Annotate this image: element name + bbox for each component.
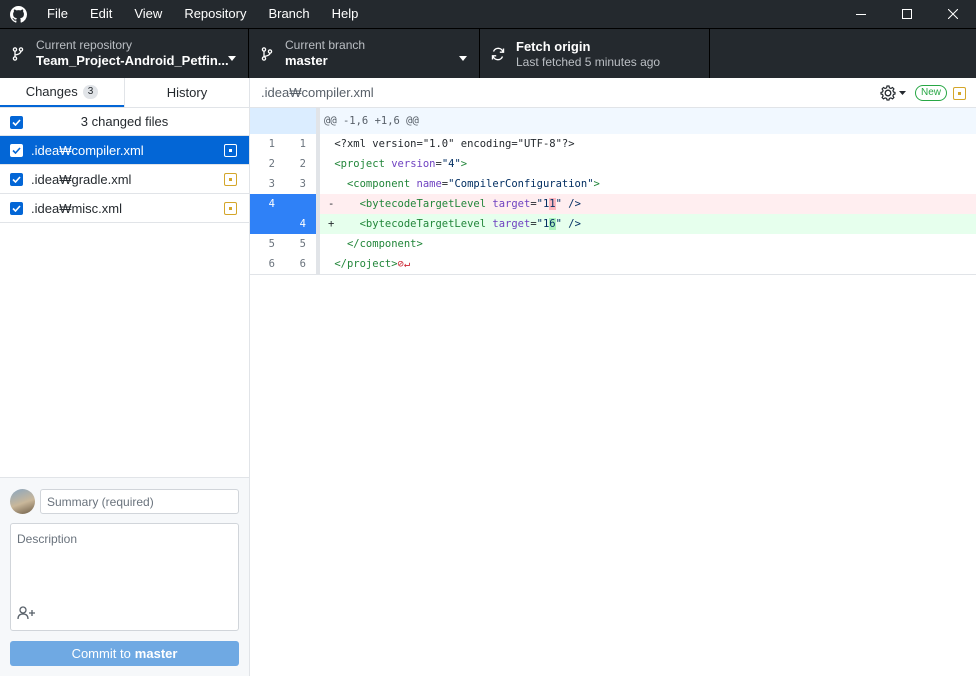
file-name: .idea₩gradle.xml: [31, 171, 132, 187]
branch-label: Current branch: [285, 38, 366, 52]
new-line-number: 5: [285, 234, 320, 254]
old-line-number: 6: [268, 258, 275, 270]
file-row[interactable]: .idea₩gradle.xml: [0, 165, 249, 194]
sync-icon: [480, 47, 516, 61]
diff-tools: New: [880, 85, 966, 101]
current-branch-button[interactable]: Current branch master: [249, 29, 480, 78]
diff-line[interactable]: 2 2 <project version="4">: [250, 154, 976, 174]
description-box: [10, 523, 239, 631]
changes-count-badge: 3: [82, 84, 99, 99]
diff-line-deleted[interactable]: 4 - <bytecodeTargetLevel target="11" />: [250, 194, 976, 214]
file-name: .idea₩compiler.xml: [31, 142, 144, 158]
changed-files-header: 3 changed files: [0, 108, 249, 136]
code-line: </component>: [334, 238, 423, 250]
code-line: <?xml version="1.0" encoding="UTF-8"?>: [334, 138, 575, 150]
modified-icon: [224, 144, 237, 157]
minimize-icon[interactable]: [838, 0, 884, 28]
old-line-number: 1: [268, 138, 275, 150]
diff-end-divider: [250, 274, 976, 275]
github-logo-icon: [0, 0, 36, 28]
caret-down-icon: [459, 50, 467, 64]
file-status-icon: [953, 86, 966, 100]
file-row[interactable]: .idea₩compiler.xml: [0, 136, 249, 165]
tab-changes-label: Changes: [25, 84, 78, 99]
no-newline-icon: ⊘↵: [397, 258, 411, 270]
file-checkbox[interactable]: [10, 172, 23, 186]
title-bar: File Edit View Repository Branch Help: [0, 0, 976, 28]
select-all-checkbox[interactable]: [10, 116, 23, 129]
hunk-header: @@ -1,6 +1,6 @@: [320, 108, 976, 134]
old-line-number: 2: [268, 158, 275, 170]
diff-line[interactable]: 5 5 </component>: [250, 234, 976, 254]
settings-gear-icon[interactable]: [880, 85, 907, 101]
repo-icon: [0, 46, 36, 61]
diff-view: @@ -1,6 +1,6 @@ 1 1 <?xml version="1.0" …: [250, 108, 976, 274]
file-name: .idea₩misc.xml: [31, 200, 123, 216]
tab-history[interactable]: History: [124, 78, 249, 107]
description-input[interactable]: [11, 524, 238, 604]
sidebar-tabs: Changes 3 History: [0, 78, 249, 108]
repository-name: Team_Project-Android_Petfin...: [36, 53, 229, 68]
code-line: <project version="4">: [334, 158, 468, 170]
new-line-number: 3: [285, 174, 320, 194]
window-controls: [838, 0, 976, 28]
menu-help[interactable]: Help: [321, 0, 370, 28]
new-line-number: 4: [285, 214, 320, 234]
menu-file[interactable]: File: [36, 0, 79, 28]
avatar: [10, 489, 35, 514]
branch-name: master: [285, 53, 328, 68]
commit-button[interactable]: Commit to master: [10, 641, 239, 666]
diff-line-added[interactable]: 4 + <bytecodeTargetLevel target="16" />: [250, 214, 976, 234]
toolbar: Current repository Team_Project-Android_…: [0, 28, 976, 78]
code-line: - <bytecodeTargetLevel target="11" />: [320, 194, 976, 214]
menu-repository[interactable]: Repository: [173, 0, 257, 28]
new-line-number: 2: [285, 154, 320, 174]
menu-view[interactable]: View: [123, 0, 173, 28]
changed-files-count: 3 changed files: [80, 114, 169, 129]
maximize-icon[interactable]: [884, 0, 930, 28]
commit-button-label: Commit to: [71, 646, 131, 661]
caret-down-icon: [228, 50, 236, 64]
tab-history-label: History: [166, 85, 208, 100]
fetch-status: Last fetched 5 minutes ago: [516, 55, 661, 69]
old-line-number: [250, 214, 285, 234]
new-line-number: 6: [285, 254, 320, 274]
commit-button-branch: master: [134, 646, 178, 661]
diff-header: .idea₩compiler.xml New: [250, 78, 976, 108]
diff-line[interactable]: 3 3 <component name="CompilerConfigurati…: [250, 174, 976, 194]
summary-input[interactable]: [40, 489, 239, 514]
repository-label: Current repository: [36, 38, 133, 52]
fetch-origin-button[interactable]: Fetch origin Last fetched 5 minutes ago: [480, 29, 710, 78]
menu-branch[interactable]: Branch: [257, 0, 320, 28]
sidebar: Changes 3 History 3 changed files .idea₩…: [0, 78, 250, 676]
old-line-number: 3: [268, 178, 275, 190]
new-line-number: [285, 194, 320, 214]
code-line: </project>⊘↵: [334, 258, 411, 270]
tab-changes[interactable]: Changes 3: [0, 78, 124, 107]
add-coauthor-icon[interactable]: [17, 605, 37, 624]
code-line: <component name="CompilerConfiguration">: [334, 178, 600, 190]
fetch-title: Fetch origin: [516, 39, 591, 54]
diff-file-path: .idea₩compiler.xml: [261, 85, 374, 100]
file-checkbox[interactable]: [10, 201, 23, 215]
menu-edit[interactable]: Edit: [79, 0, 123, 28]
current-repository-button[interactable]: Current repository Team_Project-Android_…: [0, 29, 249, 78]
code-line: + <bytecodeTargetLevel target="16" />: [320, 214, 976, 234]
branch-icon: [249, 46, 285, 61]
close-icon[interactable]: [930, 0, 976, 28]
modified-icon: [224, 202, 237, 215]
diff-line[interactable]: 6 6 </project>⊘↵: [250, 254, 976, 274]
file-row[interactable]: .idea₩misc.xml: [0, 194, 249, 223]
file-checkbox[interactable]: [10, 143, 23, 157]
hunk-header-row: @@ -1,6 +1,6 @@: [250, 108, 976, 134]
diff-line[interactable]: 1 1 <?xml version="1.0" encoding="UTF-8"…: [250, 134, 976, 154]
old-line-number: 5: [268, 238, 275, 250]
old-line-number: 4: [250, 194, 285, 214]
modified-icon: [224, 173, 237, 186]
commit-panel: Commit to master: [0, 477, 249, 676]
menu-bar: File Edit View Repository Branch Help: [36, 0, 369, 28]
new-file-badge: New: [914, 85, 947, 101]
new-line-number: 1: [285, 134, 320, 154]
